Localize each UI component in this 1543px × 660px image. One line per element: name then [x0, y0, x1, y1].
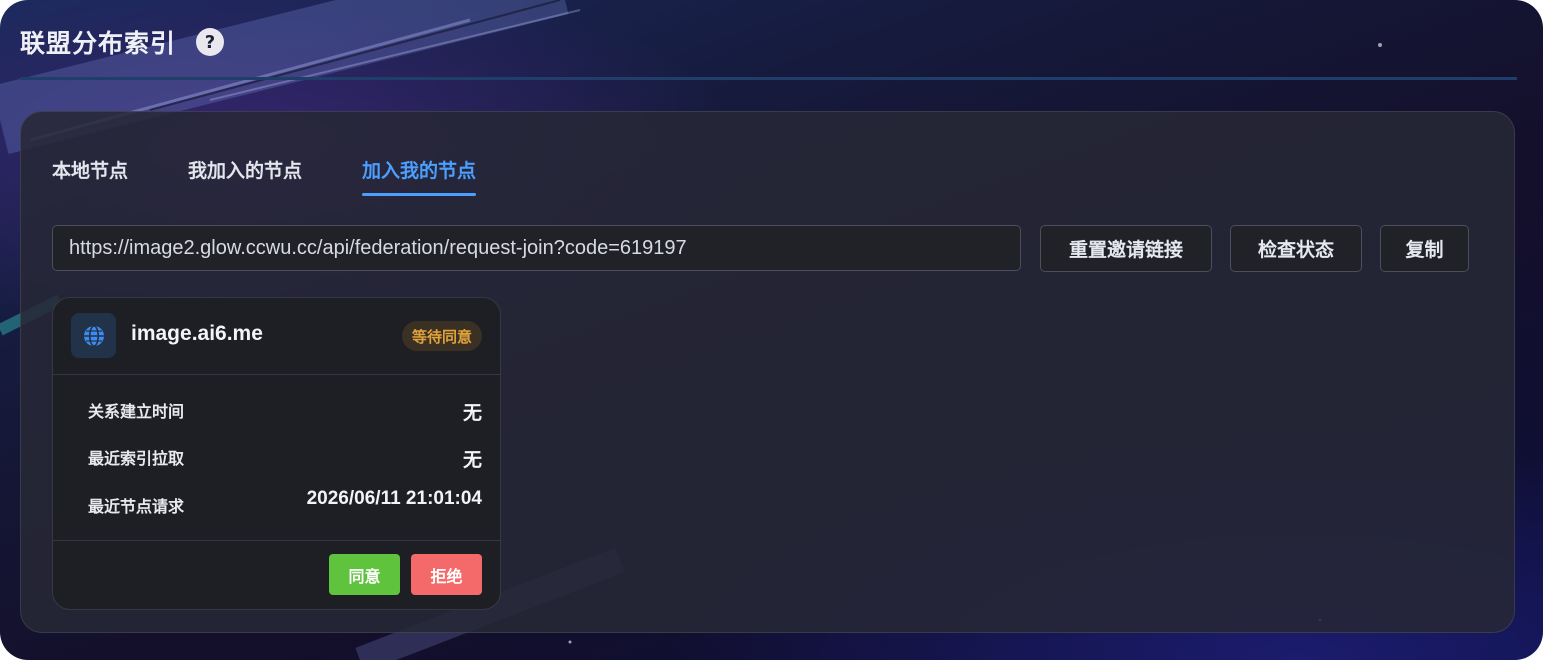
- info-value: 无: [462, 403, 482, 424]
- header-divider: [20, 77, 1517, 80]
- tab-local-nodes[interactable]: 本地节点: [52, 152, 128, 202]
- node-card-footer: 同意 拒绝: [53, 540, 500, 609]
- tab-bar: 本地节点 我加入的节点 加入我的节点: [52, 152, 536, 202]
- reject-button[interactable]: 拒绝: [411, 554, 482, 595]
- invite-url-input[interactable]: [52, 225, 1021, 271]
- info-value: 2026/06/11 21:01:04: [306, 488, 482, 509]
- copy-button[interactable]: 复制: [1380, 225, 1469, 272]
- tab-joined-nodes[interactable]: 我加入的节点: [188, 152, 302, 202]
- globe-icon: [71, 313, 116, 358]
- info-value: 无: [462, 450, 482, 471]
- check-status-button[interactable]: 检查状态: [1230, 225, 1362, 272]
- info-row-last-index-pull: 最近索引拉取 无: [88, 445, 482, 475]
- node-card: image.ai6.me 等待同意 关系建立时间 无 最近索引拉取 无 最近节点…: [52, 297, 501, 610]
- page-header: 联盟分布索引 ?: [20, 22, 225, 62]
- info-label: 关系建立时间: [88, 402, 185, 421]
- info-row-last-node-request: 最近节点请求 2026/06/11 21:01:04: [88, 488, 482, 520]
- page-title: 联盟分布索引: [20, 29, 177, 58]
- node-name: image.ai6.me: [131, 322, 263, 345]
- help-icon[interactable]: ?: [196, 28, 225, 56]
- agree-button[interactable]: 同意: [329, 554, 400, 595]
- app-window: 联盟分布索引 ? 本地节点 我加入的节点 加入我的节点 重置邀请链接 检查状态 …: [0, 0, 1543, 660]
- info-label: 最近节点请求: [88, 497, 185, 516]
- reset-invite-link-button[interactable]: 重置邀请链接: [1040, 225, 1212, 272]
- tab-nodes-joining-me[interactable]: 加入我的节点: [362, 152, 477, 202]
- node-card-header: image.ai6.me 等待同意: [53, 298, 500, 375]
- info-label: 最近索引拉取: [88, 449, 185, 468]
- info-row-established: 关系建立时间 无: [88, 398, 482, 428]
- main-panel: 本地节点 我加入的节点 加入我的节点 重置邀请链接 检查状态 复制 imag: [20, 111, 1515, 633]
- status-badge: 等待同意: [401, 321, 482, 351]
